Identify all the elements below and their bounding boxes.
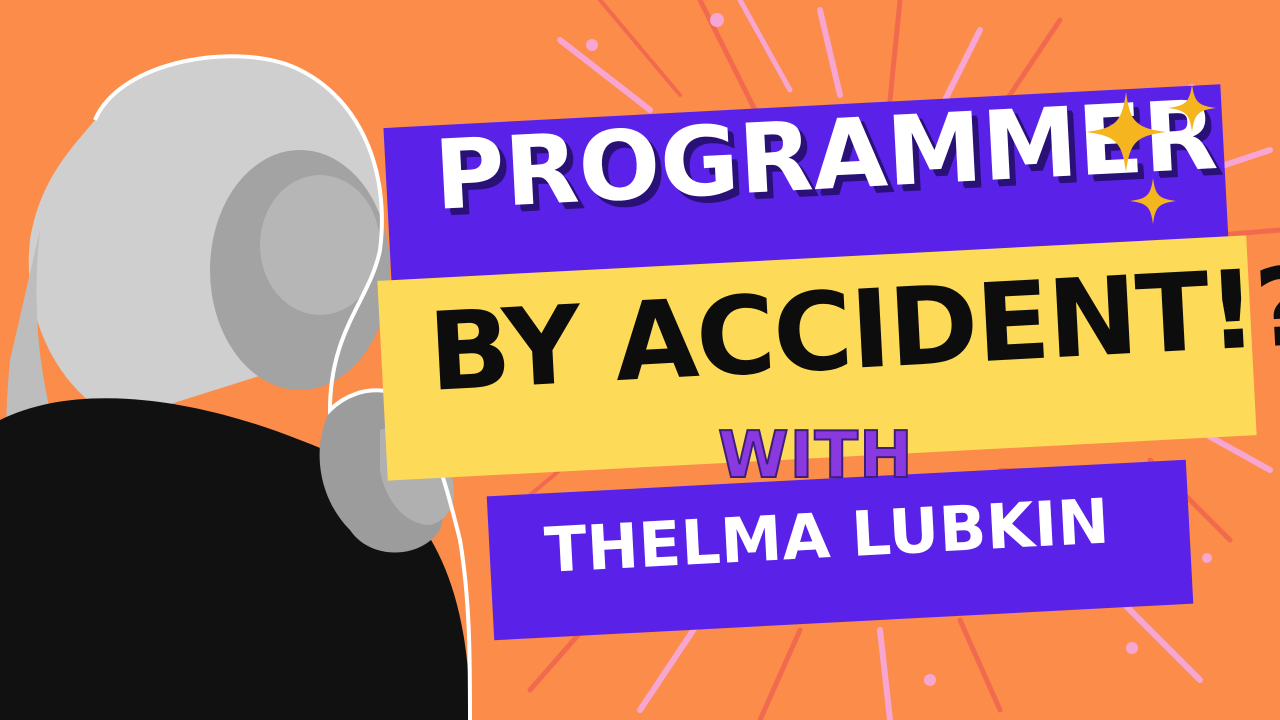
thumbnail-canvas: PROGRAMMER BY ACCIDENT!? WITH THELMA LUB…	[0, 0, 1280, 720]
sparkle-icon	[1130, 178, 1176, 224]
sparkle-icon	[1168, 84, 1216, 132]
sparkle-icon	[1086, 92, 1166, 172]
with-label: WITH	[717, 419, 914, 493]
